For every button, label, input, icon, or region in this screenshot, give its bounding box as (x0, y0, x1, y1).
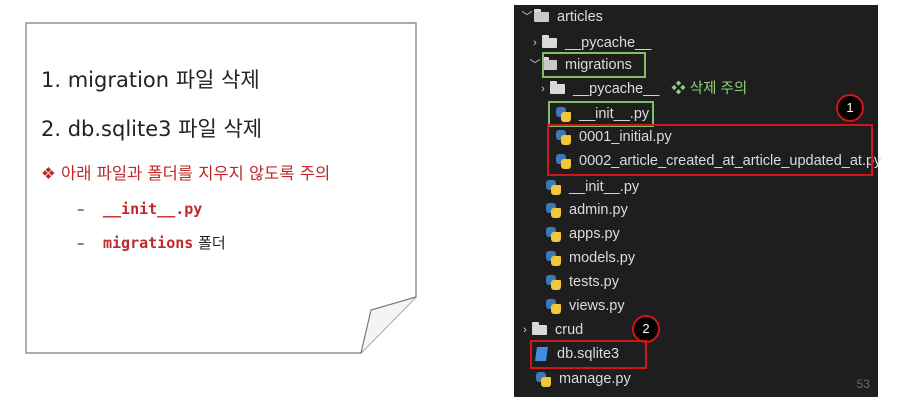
code-migrations: migrations (103, 234, 194, 252)
folder-icon (550, 81, 565, 94)
tree-item-init[interactable]: __init__.py (546, 177, 639, 197)
dash: – (77, 200, 85, 218)
python-file-icon (546, 179, 561, 195)
tree-label: apps.py (569, 226, 620, 242)
python-file-icon (546, 298, 561, 314)
tree-label: views.py (569, 298, 625, 314)
tree-item-tests[interactable]: tests.py (546, 272, 619, 292)
dash: – (77, 234, 85, 252)
highlight-migration-files (547, 124, 873, 176)
python-file-icon (546, 274, 561, 290)
chevron-right-icon: › (541, 83, 545, 95)
badge-2: 2 (632, 315, 660, 343)
tree-label: crud (555, 322, 584, 338)
chevron-down-icon: ﹀ (521, 11, 533, 23)
tree-item-crud[interactable]: › crud (518, 320, 583, 340)
folder-open-icon (534, 9, 549, 22)
file-explorer: ﹀ articles › __pycache__ ﹀ migrations › … (514, 5, 881, 397)
tree-item-articles[interactable]: ﹀ articles (520, 7, 603, 27)
step-2: 2. db.sqlite3 파일 삭제 (41, 117, 263, 141)
python-file-icon (546, 226, 561, 242)
delete-caution-note: ❖ 삭제 주의 (671, 81, 748, 97)
tree-label: models.py (569, 250, 636, 266)
folder-icon (532, 322, 547, 335)
tree-label: tests.py (569, 274, 619, 290)
python-file-icon (536, 371, 551, 387)
chevron-right-icon: › (523, 324, 527, 336)
tree-item-models[interactable]: models.py (546, 248, 635, 268)
tree-item-mig-pycache[interactable]: › __pycache__ ❖ 삭제 주의 (536, 79, 747, 99)
warning-text: ❖ 아래 파일과 폴더를 지우지 않도록 주의 (41, 164, 331, 183)
tree-label: admin.py (569, 202, 628, 218)
tree-item-apps[interactable]: apps.py (546, 224, 620, 244)
code-init: __init__.py (103, 200, 203, 218)
suffix-folder: 폴더 (193, 234, 226, 252)
tree-item-admin[interactable]: admin.py (546, 200, 628, 220)
python-file-icon (546, 202, 561, 218)
badge-1: 1 (836, 94, 864, 122)
tree-label: articles (557, 9, 603, 25)
step-1: 1. migration 파일 삭제 (41, 68, 260, 92)
python-file-icon (546, 250, 561, 266)
keep-item-init: – __init__.py (77, 200, 202, 218)
tree-item-pycache[interactable]: › __pycache__ (528, 33, 651, 53)
note-card: 1. migration 파일 삭제 2. db.sqlite3 파일 삭제 ❖… (25, 22, 417, 354)
keep-item-migrations: – migrations 폴더 (77, 232, 226, 253)
tree-label: __pycache__ (565, 35, 652, 51)
tree-label: manage.py (559, 371, 631, 387)
tree-item-views[interactable]: views.py (546, 296, 625, 316)
chevron-right-icon: › (533, 37, 537, 49)
chevron-down-icon: ﹀ (529, 59, 541, 71)
highlight-migrations (542, 52, 646, 78)
tree-item-manage[interactable]: manage.py (536, 369, 631, 389)
highlight-db (530, 340, 647, 369)
page-number: 53 (856, 377, 870, 391)
tree-label: __init__.py (569, 179, 640, 195)
folder-icon (542, 35, 557, 48)
tree-label: __pycache__ (573, 81, 660, 97)
